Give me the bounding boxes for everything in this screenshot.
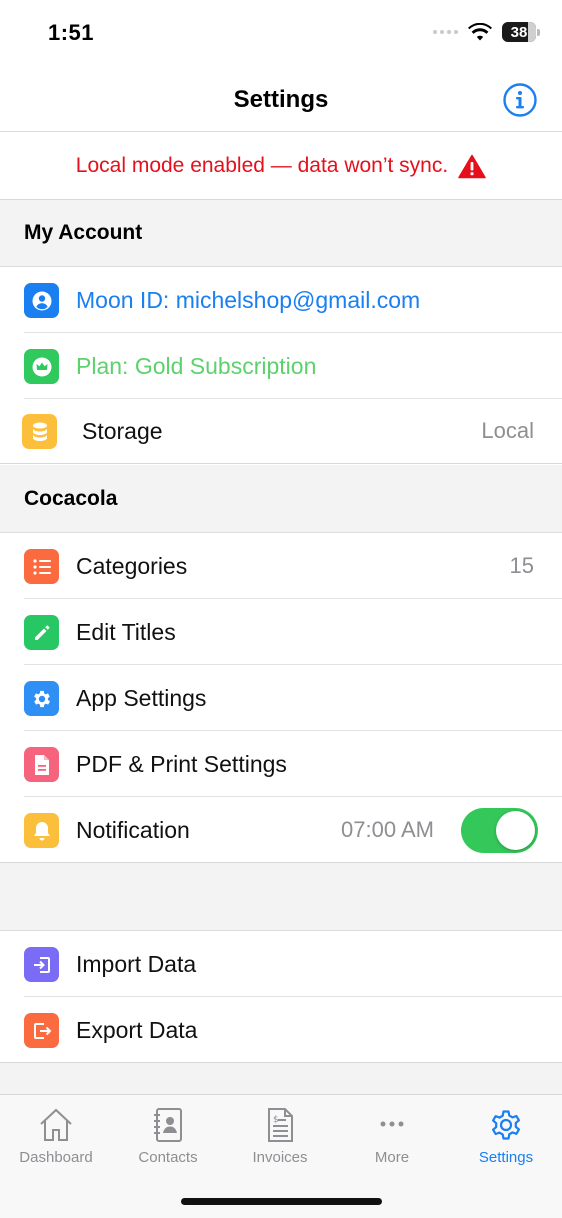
svg-text:$: $	[273, 1115, 279, 1125]
info-circle-icon[interactable]	[502, 82, 538, 118]
bell-icon	[24, 813, 59, 848]
bottom-spacer	[0, 1063, 562, 1094]
section-header-my-account: My Account	[0, 200, 562, 267]
tab-more[interactable]: More	[336, 1095, 448, 1175]
section-header-cocacola: Cocacola	[0, 465, 562, 533]
moon-id-row[interactable]: Moon ID: michelshop@gmail.com	[0, 267, 562, 333]
plan-row[interactable]: Plan: Gold Subscription	[0, 333, 562, 399]
notification-toggle[interactable]	[461, 808, 538, 853]
home-icon	[40, 1108, 72, 1141]
categories-count: 15	[509, 553, 534, 578]
storage-label: Storage	[82, 417, 163, 444]
status-bar: 1:51 38	[0, 0, 562, 66]
status-time: 1:51	[48, 20, 95, 45]
banner-text: Local mode enabled — data won’t sync.	[75, 154, 449, 177]
cellular-signal-icon	[433, 30, 458, 34]
navigation-bar: Settings	[0, 66, 562, 132]
import-data-label: Import Data	[76, 950, 197, 977]
tab-contacts[interactable]: Contacts	[112, 1095, 224, 1175]
database-icon	[22, 414, 57, 449]
warning-triangle-icon	[458, 154, 486, 178]
contacts-icon	[154, 1108, 182, 1142]
crown-icon	[24, 349, 59, 384]
tab-invoices[interactable]: $ Invoices	[224, 1095, 336, 1175]
invoice-icon: $	[268, 1108, 293, 1142]
categories-row[interactable]: Categories 15	[0, 533, 562, 599]
section-spacer	[0, 863, 562, 931]
export-data-row[interactable]: Export Data	[0, 997, 562, 1063]
pdf-print-settings-row[interactable]: PDF & Print Settings	[0, 731, 562, 797]
gear-icon	[24, 681, 59, 716]
more-icon	[380, 1121, 404, 1127]
home-indicator	[181, 1198, 382, 1205]
tab-dashboard[interactable]: Dashboard	[0, 1095, 112, 1175]
page-title: Settings	[233, 86, 329, 113]
export-data-label: Export Data	[76, 1016, 198, 1043]
export-icon	[24, 1013, 59, 1048]
local-mode-banner: Local mode enabled — data won’t sync.	[0, 133, 562, 200]
categories-label: Categories	[76, 552, 188, 579]
notification-row: Notification 07:00 AM	[0, 797, 562, 863]
import-data-row[interactable]: Import Data	[0, 931, 562, 997]
storage-row[interactable]: Storage Local	[0, 398, 562, 464]
pdf-print-settings-label: PDF & Print Settings	[76, 750, 287, 777]
tab-label-invoices: Invoices	[252, 1149, 308, 1166]
wifi-icon	[468, 23, 492, 41]
person-icon	[24, 283, 59, 318]
edit-titles-label: Edit Titles	[76, 618, 176, 645]
moon-id-label: Moon ID: michelshop@gmail.com	[76, 286, 421, 313]
battery-icon: 38	[502, 22, 536, 42]
tab-settings[interactable]: Settings	[450, 1095, 562, 1175]
list-icon	[24, 549, 59, 584]
status-indicators: 38	[433, 22, 540, 42]
app-settings-label: App Settings	[76, 684, 207, 711]
document-icon	[24, 747, 59, 782]
tab-label-dashboard: Dashboard	[19, 1149, 93, 1166]
notification-time[interactable]: 07:00 AM	[341, 817, 434, 843]
tab-label-more: More	[374, 1149, 410, 1166]
edit-titles-row[interactable]: Edit Titles	[0, 599, 562, 665]
gear-icon	[492, 1110, 520, 1140]
pencil-icon	[24, 615, 59, 650]
app-settings-row[interactable]: App Settings	[0, 665, 562, 731]
tab-label-contacts: Contacts	[138, 1149, 198, 1166]
plan-label: Plan: Gold Subscription	[76, 352, 317, 379]
notification-label: Notification	[76, 816, 190, 843]
import-icon	[24, 947, 59, 982]
battery-level: 38	[510, 23, 528, 41]
tab-label-settings: Settings	[478, 1149, 534, 1166]
storage-value: Local	[481, 418, 534, 443]
